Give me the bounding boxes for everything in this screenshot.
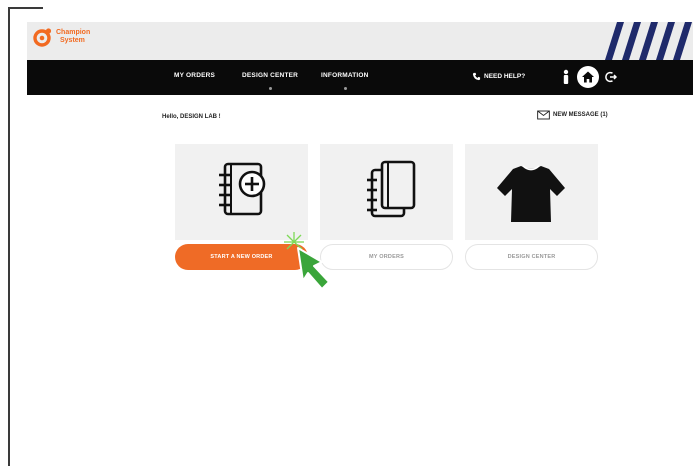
frame-side-line — [8, 7, 10, 466]
browser-screen: Champion System MY ORDERS DESIGN CENTER … — [27, 22, 693, 452]
orders-icon — [367, 160, 416, 218]
nav-information[interactable]: INFORMATION — [321, 72, 369, 79]
my-orders-card[interactable] — [320, 144, 453, 240]
logo-text: Champion System — [56, 29, 90, 45]
information-caret-icon — [344, 87, 347, 90]
phone-icon — [472, 72, 481, 81]
brand-bar: Champion System — [27, 22, 693, 60]
design-center-card[interactable] — [465, 144, 598, 240]
nav-design-center[interactable]: DESIGN CENTER — [242, 72, 298, 79]
new-order-card[interactable] — [175, 144, 308, 240]
frame-corner-line — [8, 7, 43, 9]
cursor-arrow-icon — [284, 232, 330, 290]
design-center-caret-icon — [269, 87, 272, 90]
champion-system-logo[interactable]: Champion System — [33, 27, 90, 47]
home-button[interactable] — [577, 66, 599, 88]
nav-my-orders[interactable]: MY ORDERS — [174, 72, 215, 79]
logo-text-line2: System — [60, 37, 85, 44]
new-order-icon — [219, 162, 266, 216]
jersey-icon — [497, 165, 565, 222]
home-icon — [582, 71, 594, 83]
logo-text-line1: Champion — [56, 29, 91, 36]
user-icon[interactable] — [562, 69, 570, 85]
main-navbar: MY ORDERS DESIGN CENTER INFORMATION NEED… — [27, 60, 693, 95]
greeting-text: Hello, DESIGN LAB ! — [162, 114, 221, 120]
new-message-label: NEW MESSAGE (1) — [553, 112, 608, 118]
logout-icon[interactable] — [605, 71, 617, 83]
need-help-link[interactable]: NEED HELP? — [472, 72, 525, 81]
my-orders-button[interactable]: MY ORDERS — [320, 244, 453, 270]
logo-mark-icon — [33, 28, 52, 47]
design-center-button[interactable]: DESIGN CENTER — [465, 244, 598, 270]
need-help-label: NEED HELP? — [484, 73, 526, 80]
decorative-stripes — [583, 22, 693, 60]
envelope-icon — [537, 110, 550, 120]
new-message-link[interactable]: NEW MESSAGE (1) — [537, 110, 608, 120]
